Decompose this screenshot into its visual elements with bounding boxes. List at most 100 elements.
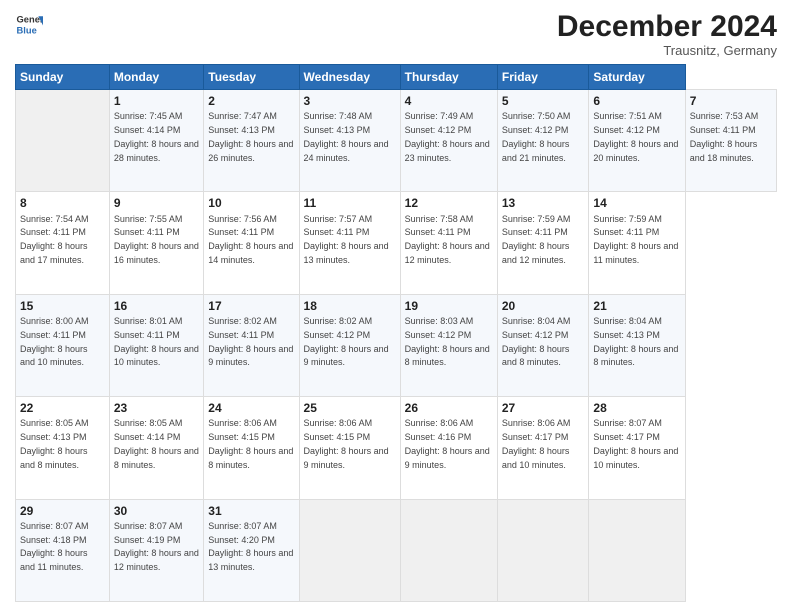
empty-cell xyxy=(16,90,110,192)
day-info: Sunrise: 8:00 AMSunset: 4:11 PMDaylight:… xyxy=(20,316,89,367)
day-info: Sunrise: 7:47 AMSunset: 4:13 PMDaylight:… xyxy=(208,111,293,162)
day-number: 31 xyxy=(208,503,294,519)
day-number: 14 xyxy=(593,195,680,211)
day-cell xyxy=(299,499,400,601)
page: General Blue December 2024 Trausnitz, Ge… xyxy=(0,0,792,612)
week-row-4: 22 Sunrise: 8:05 AMSunset: 4:13 PMDaylig… xyxy=(16,397,777,499)
day-cell: 11 Sunrise: 7:57 AMSunset: 4:11 PMDaylig… xyxy=(299,192,400,294)
day-number: 10 xyxy=(208,195,294,211)
day-cell: 8 Sunrise: 7:54 AMSunset: 4:11 PMDayligh… xyxy=(16,192,110,294)
day-number: 2 xyxy=(208,93,294,109)
day-cell: 10 Sunrise: 7:56 AMSunset: 4:11 PMDaylig… xyxy=(204,192,299,294)
day-info: Sunrise: 7:49 AMSunset: 4:12 PMDaylight:… xyxy=(405,111,490,162)
header: General Blue December 2024 Trausnitz, Ge… xyxy=(15,10,777,58)
day-number: 24 xyxy=(208,400,294,416)
day-cell: 3 Sunrise: 7:48 AMSunset: 4:13 PMDayligh… xyxy=(299,90,400,192)
month-title: December 2024 xyxy=(557,10,777,43)
col-header-monday: Monday xyxy=(109,65,203,90)
day-number: 26 xyxy=(405,400,493,416)
svg-text:General: General xyxy=(17,14,43,24)
day-info: Sunrise: 7:45 AMSunset: 4:14 PMDaylight:… xyxy=(114,111,199,162)
logo: General Blue xyxy=(15,10,43,38)
day-info: Sunrise: 7:59 AMSunset: 4:11 PMDaylight:… xyxy=(593,214,678,265)
day-cell: 20 Sunrise: 8:04 AMSunset: 4:12 PMDaylig… xyxy=(497,294,589,396)
day-number: 27 xyxy=(502,400,585,416)
day-info: Sunrise: 7:50 AMSunset: 4:12 PMDaylight:… xyxy=(502,111,571,162)
day-info: Sunrise: 8:02 AMSunset: 4:11 PMDaylight:… xyxy=(208,316,293,367)
day-cell: 23 Sunrise: 8:05 AMSunset: 4:14 PMDaylig… xyxy=(109,397,203,499)
day-number: 7 xyxy=(690,93,772,109)
day-cell: 25 Sunrise: 8:06 AMSunset: 4:15 PMDaylig… xyxy=(299,397,400,499)
day-number: 8 xyxy=(20,195,105,211)
day-cell: 2 Sunrise: 7:47 AMSunset: 4:13 PMDayligh… xyxy=(204,90,299,192)
day-cell: 30 Sunrise: 8:07 AMSunset: 4:19 PMDaylig… xyxy=(109,499,203,601)
day-info: Sunrise: 8:06 AMSunset: 4:15 PMDaylight:… xyxy=(208,418,293,469)
day-cell: 17 Sunrise: 8:02 AMSunset: 4:11 PMDaylig… xyxy=(204,294,299,396)
day-cell: 6 Sunrise: 7:51 AMSunset: 4:12 PMDayligh… xyxy=(589,90,685,192)
col-header-tuesday: Tuesday xyxy=(204,65,299,90)
day-cell: 26 Sunrise: 8:06 AMSunset: 4:16 PMDaylig… xyxy=(400,397,497,499)
col-header-thursday: Thursday xyxy=(400,65,497,90)
col-header-wednesday: Wednesday xyxy=(299,65,400,90)
day-info: Sunrise: 8:02 AMSunset: 4:12 PMDaylight:… xyxy=(304,316,389,367)
day-number: 11 xyxy=(304,195,396,211)
col-header-friday: Friday xyxy=(497,65,589,90)
day-cell: 1 Sunrise: 7:45 AMSunset: 4:14 PMDayligh… xyxy=(109,90,203,192)
day-info: Sunrise: 7:53 AMSunset: 4:11 PMDaylight:… xyxy=(690,111,759,162)
day-info: Sunrise: 8:06 AMSunset: 4:17 PMDaylight:… xyxy=(502,418,571,469)
day-number: 21 xyxy=(593,298,680,314)
day-number: 25 xyxy=(304,400,396,416)
day-cell: 14 Sunrise: 7:59 AMSunset: 4:11 PMDaylig… xyxy=(589,192,685,294)
week-row-2: 8 Sunrise: 7:54 AMSunset: 4:11 PMDayligh… xyxy=(16,192,777,294)
day-cell: 12 Sunrise: 7:58 AMSunset: 4:11 PMDaylig… xyxy=(400,192,497,294)
calendar: SundayMondayTuesdayWednesdayThursdayFrid… xyxy=(15,64,777,602)
day-cell: 21 Sunrise: 8:04 AMSunset: 4:13 PMDaylig… xyxy=(589,294,685,396)
day-cell: 27 Sunrise: 8:06 AMSunset: 4:17 PMDaylig… xyxy=(497,397,589,499)
day-cell: 15 Sunrise: 8:00 AMSunset: 4:11 PMDaylig… xyxy=(16,294,110,396)
day-number: 17 xyxy=(208,298,294,314)
day-number: 29 xyxy=(20,503,105,519)
day-cell: 19 Sunrise: 8:03 AMSunset: 4:12 PMDaylig… xyxy=(400,294,497,396)
day-info: Sunrise: 8:06 AMSunset: 4:16 PMDaylight:… xyxy=(405,418,490,469)
day-cell: 24 Sunrise: 8:06 AMSunset: 4:15 PMDaylig… xyxy=(204,397,299,499)
day-info: Sunrise: 7:51 AMSunset: 4:12 PMDaylight:… xyxy=(593,111,678,162)
day-info: Sunrise: 8:04 AMSunset: 4:12 PMDaylight:… xyxy=(502,316,571,367)
week-row-1: 1 Sunrise: 7:45 AMSunset: 4:14 PMDayligh… xyxy=(16,90,777,192)
day-cell: 31 Sunrise: 8:07 AMSunset: 4:20 PMDaylig… xyxy=(204,499,299,601)
day-number: 20 xyxy=(502,298,585,314)
day-cell: 28 Sunrise: 8:07 AMSunset: 4:17 PMDaylig… xyxy=(589,397,685,499)
day-cell: 4 Sunrise: 7:49 AMSunset: 4:12 PMDayligh… xyxy=(400,90,497,192)
day-info: Sunrise: 7:59 AMSunset: 4:11 PMDaylight:… xyxy=(502,214,571,265)
day-info: Sunrise: 7:57 AMSunset: 4:11 PMDaylight:… xyxy=(304,214,389,265)
day-cell: 9 Sunrise: 7:55 AMSunset: 4:11 PMDayligh… xyxy=(109,192,203,294)
day-info: Sunrise: 8:06 AMSunset: 4:15 PMDaylight:… xyxy=(304,418,389,469)
day-info: Sunrise: 7:54 AMSunset: 4:11 PMDaylight:… xyxy=(20,214,89,265)
day-cell: 5 Sunrise: 7:50 AMSunset: 4:12 PMDayligh… xyxy=(497,90,589,192)
day-number: 9 xyxy=(114,195,199,211)
day-number: 19 xyxy=(405,298,493,314)
day-info: Sunrise: 7:55 AMSunset: 4:11 PMDaylight:… xyxy=(114,214,199,265)
day-info: Sunrise: 7:58 AMSunset: 4:11 PMDaylight:… xyxy=(405,214,490,265)
day-info: Sunrise: 8:01 AMSunset: 4:11 PMDaylight:… xyxy=(114,316,199,367)
header-row: SundayMondayTuesdayWednesdayThursdayFrid… xyxy=(16,65,777,90)
week-row-5: 29 Sunrise: 8:07 AMSunset: 4:18 PMDaylig… xyxy=(16,499,777,601)
day-info: Sunrise: 7:48 AMSunset: 4:13 PMDaylight:… xyxy=(304,111,389,162)
day-info: Sunrise: 8:05 AMSunset: 4:14 PMDaylight:… xyxy=(114,418,199,469)
day-number: 12 xyxy=(405,195,493,211)
day-info: Sunrise: 8:05 AMSunset: 4:13 PMDaylight:… xyxy=(20,418,89,469)
day-info: Sunrise: 8:07 AMSunset: 4:19 PMDaylight:… xyxy=(114,521,199,572)
col-header-saturday: Saturday xyxy=(589,65,685,90)
title-block: December 2024 Trausnitz, Germany xyxy=(557,10,777,58)
day-info: Sunrise: 8:04 AMSunset: 4:13 PMDaylight:… xyxy=(593,316,678,367)
day-cell xyxy=(497,499,589,601)
week-row-3: 15 Sunrise: 8:00 AMSunset: 4:11 PMDaylig… xyxy=(16,294,777,396)
logo-icon: General Blue xyxy=(15,10,43,38)
day-cell xyxy=(589,499,685,601)
day-cell: 18 Sunrise: 8:02 AMSunset: 4:12 PMDaylig… xyxy=(299,294,400,396)
day-number: 5 xyxy=(502,93,585,109)
day-number: 3 xyxy=(304,93,396,109)
day-number: 28 xyxy=(593,400,680,416)
day-cell: 7 Sunrise: 7:53 AMSunset: 4:11 PMDayligh… xyxy=(685,90,776,192)
day-cell: 22 Sunrise: 8:05 AMSunset: 4:13 PMDaylig… xyxy=(16,397,110,499)
location-subtitle: Trausnitz, Germany xyxy=(557,43,777,58)
